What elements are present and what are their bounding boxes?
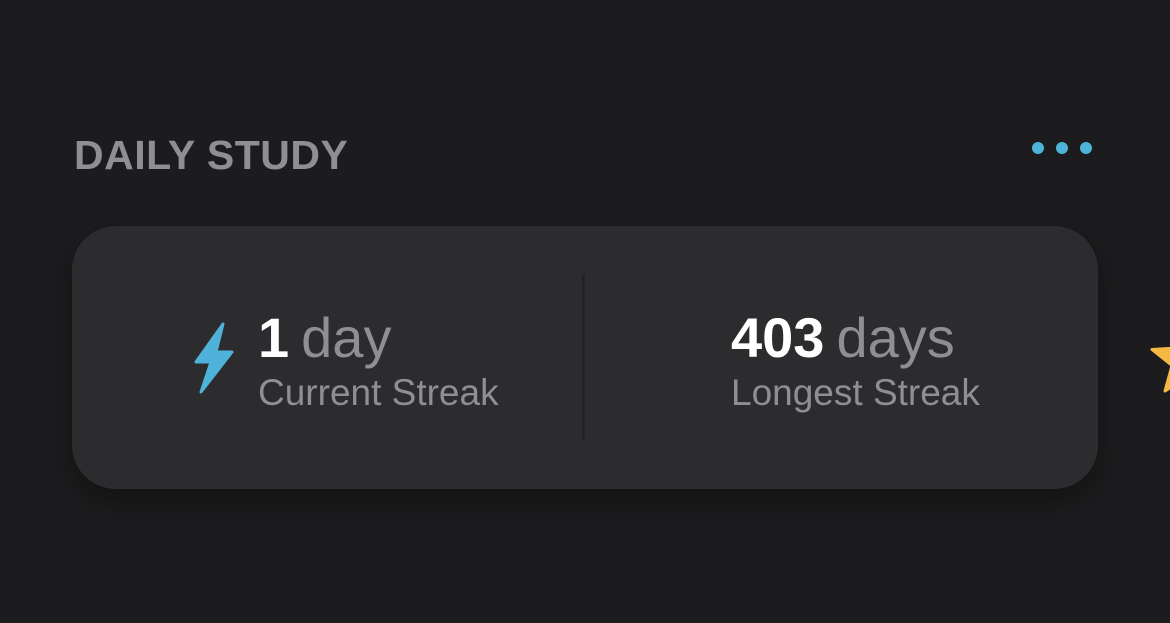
lightning-bolt-icon — [194, 322, 234, 394]
current-streak-label: Current Streak — [258, 372, 499, 413]
longest-streak-stat: 403 days Longest Streak — [585, 226, 1170, 489]
longest-streak-label: Longest Streak — [731, 372, 980, 413]
ellipsis-icon-dot — [1080, 142, 1092, 154]
section-title: DAILY STUDY — [74, 132, 349, 178]
ellipsis-icon-dot — [1056, 142, 1068, 154]
streak-card[interactable]: 1 day Current Streak 403 days Longest Stre… — [72, 226, 1170, 489]
longest-streak-value: 403 days — [731, 306, 955, 370]
current-streak-unit: day — [301, 306, 392, 369]
longest-streak-number: 403 — [731, 306, 825, 369]
ellipsis-icon-dot — [1032, 142, 1044, 154]
longest-streak-unit: days — [836, 306, 955, 369]
star-icon — [1150, 346, 1170, 393]
current-streak-number: 1 — [258, 306, 290, 369]
current-streak-value: 1 day — [258, 306, 391, 370]
more-options-button[interactable] — [1024, 130, 1100, 166]
current-streak-stat: 1 day Current Streak — [72, 226, 582, 489]
